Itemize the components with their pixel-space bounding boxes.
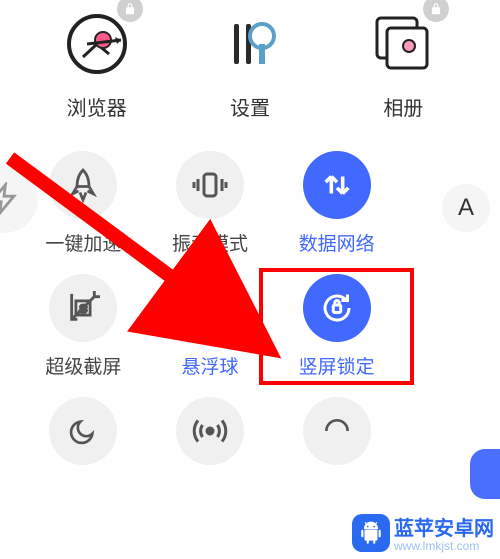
quick-screenshot[interactable]: S 超级截屏 [20, 274, 147, 379]
quick-label: 振动模式 [172, 229, 248, 256]
quick-float-ball[interactable]: 悬浮球 [147, 274, 274, 379]
data-transfer-icon [303, 151, 371, 219]
moon-icon [49, 397, 117, 465]
vibrate-icon [176, 151, 244, 219]
quick-vibrate[interactable]: 振动模式 [147, 151, 274, 256]
android-icon [352, 514, 390, 552]
quick-portrait-lock[interactable]: 竖屏锁定 [273, 274, 400, 379]
svg-text:S: S [80, 303, 88, 315]
quick-hotspot[interactable] [147, 397, 274, 475]
app-settings[interactable]: 设置 [190, 10, 310, 121]
quick-partial-item[interactable] [273, 397, 400, 475]
app-label: 设置 [230, 92, 270, 121]
app-browser[interactable]: 浏览器 [37, 10, 157, 121]
partial-icon [303, 397, 371, 465]
quick-label: 一键加速 [45, 229, 121, 256]
app-shortcut-row: 浏览器 设置 相册 [0, 0, 500, 121]
quick-label: 数据网络 [299, 229, 375, 256]
quick-mobile-data[interactable]: 数据网络 [273, 151, 400, 256]
gallery-icon [369, 10, 437, 78]
settings-icon [216, 10, 284, 78]
quick-settings-grid: 一键加速 振动模式 数据网络 S 超级截屏 [0, 121, 420, 475]
annotation-highlight-box [259, 268, 414, 385]
app-label: 浏览器 [67, 92, 127, 121]
font-size-button[interactable]: A [442, 184, 490, 232]
brand-name: 蓝苹安卓网 [394, 512, 494, 541]
app-gallery[interactable]: 相册 [343, 10, 463, 121]
quick-night-mode[interactable] [20, 397, 147, 475]
app-label: 相册 [383, 92, 423, 121]
side-handle[interactable] [470, 449, 500, 499]
target-icon [176, 274, 244, 342]
watermark: 蓝苹安卓网 www.lmkjst.com [352, 512, 494, 553]
rocket-icon [49, 151, 117, 219]
screenshot-icon: S [49, 274, 117, 342]
quick-boost[interactable]: 一键加速 [20, 151, 147, 256]
quick-label: 超级截屏 [45, 352, 121, 379]
browser-icon [63, 10, 131, 78]
hotspot-icon [176, 397, 244, 465]
letter-a: A [458, 194, 474, 222]
brand-url: www.lmkjst.com [394, 539, 494, 553]
quick-label: 悬浮球 [181, 352, 238, 379]
